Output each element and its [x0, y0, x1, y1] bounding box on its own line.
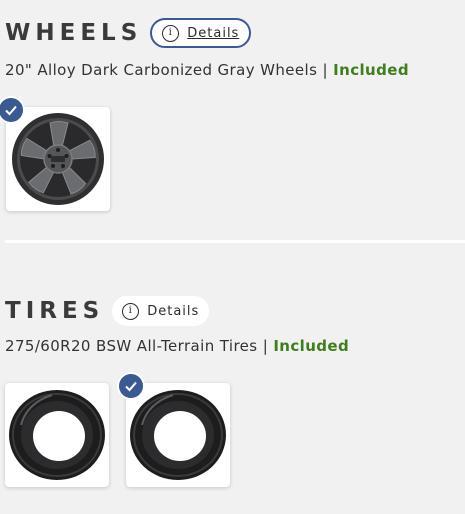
- alloy-wheel-image: [12, 113, 104, 205]
- wheels-description-text: 20" Alloy Dark Carbonized Gray Wheels |: [5, 61, 328, 79]
- wheels-status: Included: [333, 61, 409, 79]
- wheels-details-label: Details: [187, 25, 240, 41]
- section-divider: [5, 240, 465, 243]
- tire-image: [130, 390, 226, 480]
- info-icon: i: [122, 302, 140, 320]
- info-icon: i: [162, 24, 180, 42]
- wheels-heading: WHEELS: [5, 20, 143, 46]
- wheels-heading-row: WHEELS i Details: [5, 18, 252, 48]
- tire-image: [9, 390, 105, 480]
- tires-heading: TIRES: [5, 298, 105, 324]
- tire-selected-checkmark-icon: [117, 372, 145, 400]
- tires-details-label: Details: [147, 303, 200, 319]
- wheels-details-button[interactable]: i Details: [150, 18, 252, 48]
- wheels-description: 20" Alloy Dark Carbonized Gray Wheels | …: [5, 61, 409, 79]
- tires-details-button[interactable]: i Details: [112, 296, 210, 326]
- tire-option-2[interactable]: [126, 383, 230, 487]
- wheel-option-1[interactable]: [6, 107, 110, 211]
- tires-description: 275/60R20 BSW All-Terrain Tires | Includ…: [5, 337, 349, 355]
- tires-heading-row: TIRES i Details: [5, 296, 210, 326]
- tire-option-1[interactable]: [5, 383, 109, 487]
- tires-description-text: 275/60R20 BSW All-Terrain Tires |: [5, 337, 269, 355]
- tires-status: Included: [273, 337, 350, 355]
